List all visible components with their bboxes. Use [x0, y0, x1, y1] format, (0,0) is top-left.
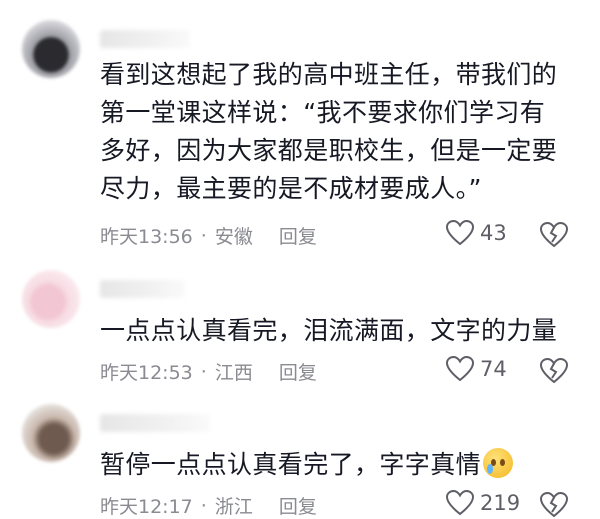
comment-location: 安徽	[214, 226, 253, 248]
comment-meta: 昨天12:53 · 江西 回复	[100, 358, 317, 385]
like-count: 74	[480, 357, 507, 381]
username-blurred[interactable]	[100, 30, 190, 48]
like-button[interactable]: 219	[446, 490, 520, 516]
meta-separator: ·	[200, 224, 207, 247]
reply-button[interactable]: 回复	[279, 358, 317, 385]
username-blurred[interactable]	[100, 414, 210, 432]
like-count: 43	[480, 221, 507, 245]
meta-separator: ·	[200, 360, 207, 383]
reply-button[interactable]: 回复	[279, 492, 317, 519]
broken-heart-icon[interactable]	[540, 492, 568, 518]
comment-time: 昨天12:17	[100, 496, 193, 518]
username-blurred[interactable]	[100, 280, 185, 298]
like-button[interactable]: 74	[446, 356, 507, 382]
comment-location: 浙江	[214, 496, 253, 518]
like-button[interactable]: 43	[446, 220, 507, 246]
broken-heart-icon[interactable]	[540, 222, 568, 248]
broken-heart-icon[interactable]	[540, 358, 568, 384]
heart-outline-icon	[446, 220, 474, 246]
comment-meta: 昨天13:56 · 安徽 回复	[100, 222, 317, 249]
crying-face-emoji	[483, 448, 514, 478]
like-count: 219	[480, 491, 521, 515]
comment-text: 一点点认真看完，泪流满面，文字的力量	[100, 316, 558, 345]
avatar[interactable]	[22, 404, 80, 462]
avatar[interactable]	[22, 270, 80, 328]
heart-outline-icon	[446, 356, 474, 382]
comment-text: 暂停一点点认真看完了，字字真情	[100, 446, 570, 484]
comment-text: 看到这想起了我的高中班主任，带我们的第一堂课这样说：“我不要求你们学习有多好，因…	[100, 60, 558, 203]
meta-separator: ·	[200, 494, 207, 517]
comment-time: 昨天12:53	[100, 362, 193, 384]
reply-button[interactable]: 回复	[279, 222, 317, 249]
comment-location: 江西	[214, 362, 253, 384]
heart-outline-icon	[446, 490, 474, 516]
comment-text-content: 暂停一点点认真看完了，字字真情	[100, 450, 482, 479]
comment-meta: 昨天12:17 · 浙江 回复	[100, 492, 317, 519]
avatar[interactable]	[22, 20, 80, 78]
comment-time: 昨天13:56	[100, 226, 193, 248]
